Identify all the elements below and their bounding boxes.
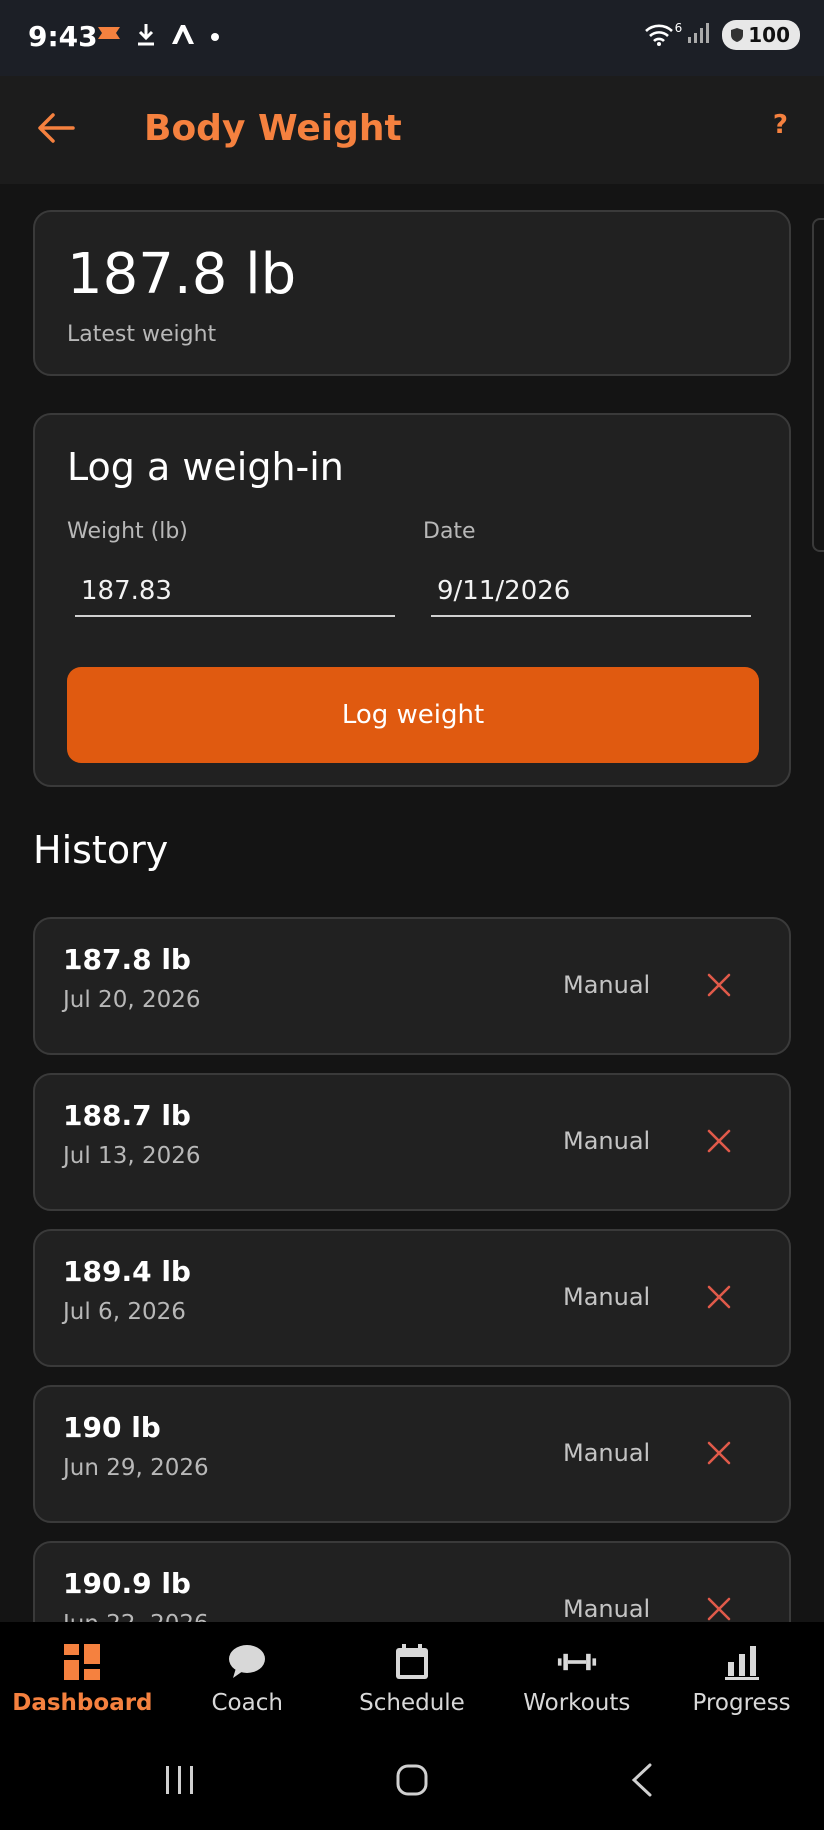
nav-coach[interactable]: Coach — [165, 1622, 330, 1734]
history-item: 187.8 lb Jul 20, 2026 Manual — [33, 917, 791, 1055]
nav-label: Schedule — [359, 1690, 465, 1716]
recent-apps-button[interactable] — [150, 1756, 210, 1808]
calendar-icon — [392, 1642, 432, 1682]
history-weight: 188.7 lb — [63, 1099, 191, 1132]
app-a-icon — [170, 22, 196, 50]
history-date: Jul 13, 2026 — [63, 1143, 201, 1169]
delete-entry-button[interactable] — [695, 1431, 743, 1479]
date-input[interactable] — [431, 567, 751, 617]
weight-input[interactable] — [75, 567, 395, 617]
nav-progress[interactable]: Progress — [659, 1622, 824, 1734]
history-source: Manual — [563, 971, 651, 999]
page-title: Body Weight — [144, 108, 402, 149]
battery-level: 100 — [748, 23, 790, 47]
app-bar: Body Weight ? — [0, 76, 824, 184]
nav-label: Progress — [692, 1690, 791, 1716]
delete-entry-button[interactable] — [695, 1119, 743, 1167]
recent-apps-icon — [163, 1764, 197, 1800]
chevron-left-icon — [630, 1763, 654, 1801]
history-source: Manual — [563, 1439, 651, 1467]
history-title: History — [33, 828, 169, 872]
history-source: Manual — [563, 1127, 651, 1155]
help-button[interactable]: ? — [773, 110, 788, 140]
dot-icon — [210, 27, 220, 46]
history-date: Jun 29, 2026 — [63, 1455, 209, 1481]
history-item: 190.9 lb Jun 22, 2026 Manual — [33, 1541, 791, 1622]
history-weight: 189.4 lb — [63, 1255, 191, 1288]
history-item: 190 lb Jun 29, 2026 Manual — [33, 1385, 791, 1523]
history-source: Manual — [563, 1283, 651, 1311]
close-icon — [706, 972, 732, 1002]
chat-bubble-icon — [227, 1642, 267, 1682]
history-item: 188.7 lb Jul 13, 2026 Manual — [33, 1073, 791, 1211]
nav-dashboard[interactable]: Dashboard — [0, 1622, 165, 1734]
system-nav-bar — [0, 1734, 824, 1830]
close-icon — [706, 1440, 732, 1470]
close-icon — [706, 1284, 732, 1314]
bottom-nav: Dashboard Coach Schedule Workouts Progre… — [0, 1622, 824, 1734]
latest-weight-value: 187.8 lb — [67, 242, 297, 307]
bar-chart-icon — [722, 1642, 762, 1682]
battery-indicator: 100 — [722, 20, 800, 50]
status-right-icons: 6 100 — [644, 20, 800, 50]
arrow-left-icon — [37, 112, 75, 148]
history-date: Jun 22, 2026 — [63, 1611, 209, 1622]
close-icon — [706, 1128, 732, 1158]
system-back-button[interactable] — [612, 1756, 672, 1808]
history-weight: 190.9 lb — [63, 1567, 191, 1600]
status-bar: 9:43 6 100 — [0, 0, 824, 76]
wifi-icon: 6 — [644, 21, 682, 47]
weight-label: Weight (lb) — [67, 519, 188, 544]
delete-entry-button[interactable] — [695, 1275, 743, 1323]
delete-entry-button[interactable] — [695, 963, 743, 1011]
home-button[interactable] — [382, 1756, 442, 1808]
history-weight: 187.8 lb — [63, 943, 191, 976]
delete-entry-button[interactable] — [695, 1587, 743, 1622]
dumbbell-icon — [557, 1642, 597, 1682]
latest-weight-card: 187.8 lb Latest weight — [33, 210, 791, 376]
history-date: Jul 6, 2026 — [63, 1299, 186, 1325]
nav-label: Coach — [211, 1690, 283, 1716]
latest-weight-label: Latest weight — [67, 322, 217, 347]
log-weigh-in-title: Log a weigh-in — [67, 445, 344, 489]
wifi-badge: 6 — [674, 21, 683, 35]
history-date: Jul 20, 2026 — [63, 987, 201, 1013]
signal-icon — [686, 21, 710, 49]
history-list[interactable]: 187.8 lb Jul 20, 2026 Manual 188.7 lb Ju… — [33, 917, 791, 1622]
download-icon — [136, 22, 156, 50]
nav-label: Workouts — [523, 1690, 631, 1716]
nav-workouts[interactable]: Workouts — [494, 1622, 659, 1734]
back-button[interactable] — [30, 104, 82, 156]
history-source: Manual — [563, 1595, 651, 1622]
dashboard-icon — [62, 1642, 102, 1682]
flag-icon — [96, 24, 122, 48]
home-icon — [395, 1763, 429, 1801]
nav-label: Dashboard — [12, 1690, 153, 1716]
log-weight-button[interactable]: Log weight — [67, 667, 759, 763]
close-icon — [706, 1596, 732, 1622]
date-label: Date — [423, 519, 476, 544]
status-left-icons — [96, 22, 220, 50]
history-item: 189.4 lb Jul 6, 2026 Manual — [33, 1229, 791, 1367]
scroll-indicator — [812, 218, 824, 552]
status-time: 9:43 — [28, 20, 98, 53]
nav-schedule[interactable]: Schedule — [330, 1622, 495, 1734]
history-weight: 190 lb — [63, 1411, 161, 1444]
log-weigh-in-card: Log a weigh-in Weight (lb) Date Log weig… — [33, 413, 791, 787]
